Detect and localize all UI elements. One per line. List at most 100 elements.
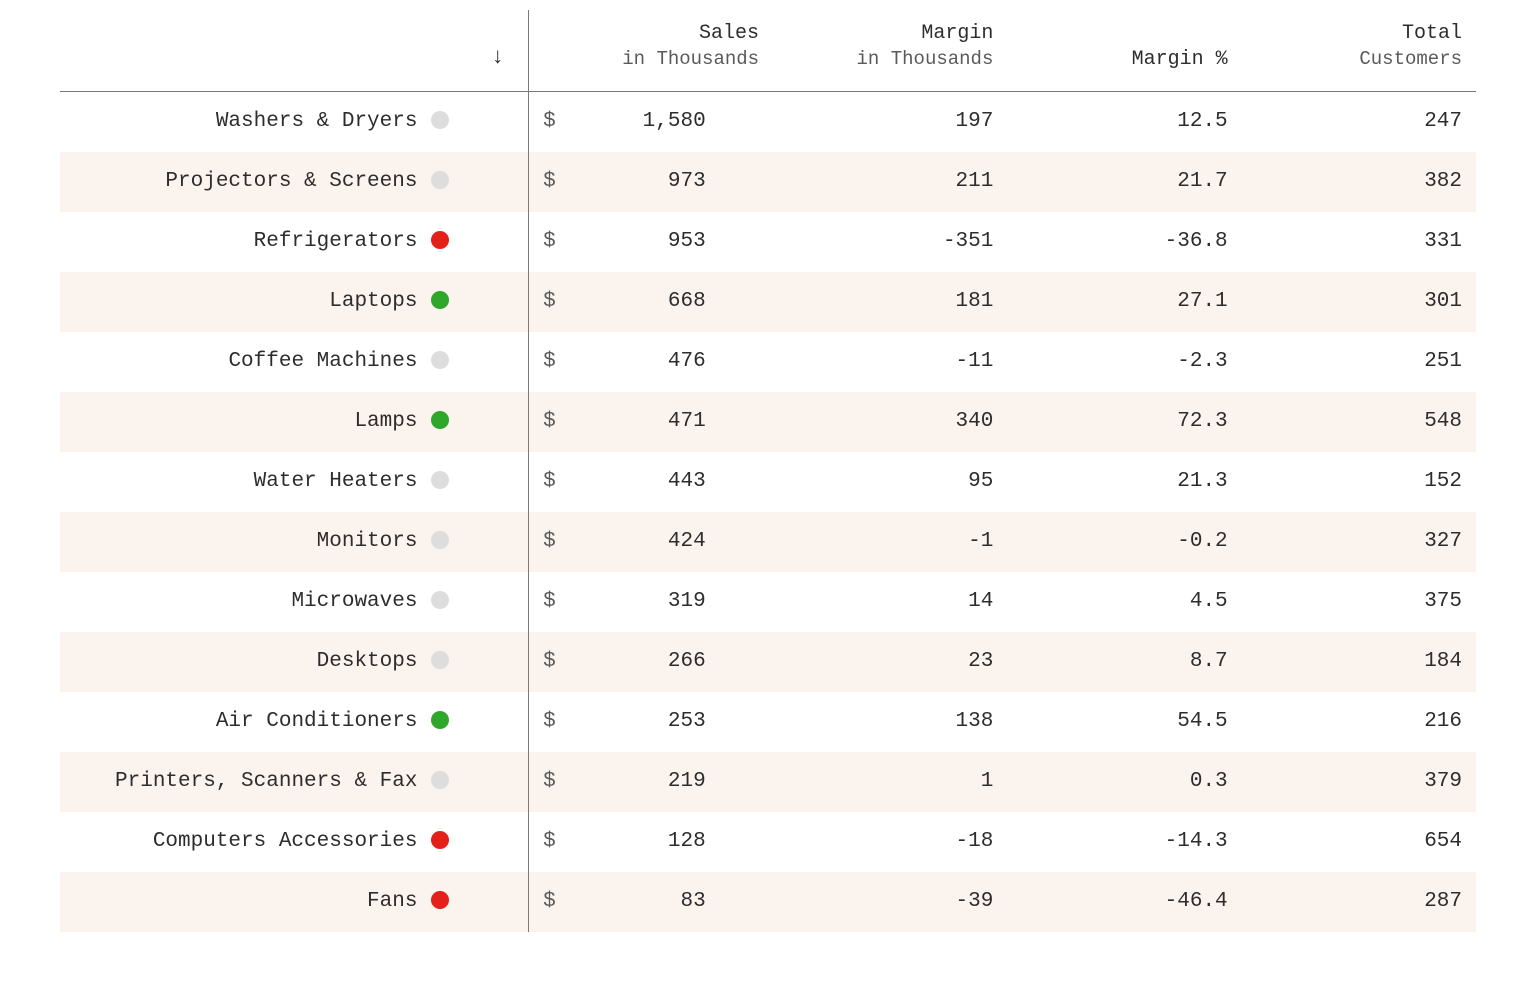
category-label-cell: Printers, Scanners & Fax <box>60 752 467 812</box>
margin-cell: -351 <box>773 212 1007 272</box>
table-row[interactable]: Monitors$424-1-0.2327 <box>60 512 1476 572</box>
status-dot-icon <box>431 531 449 549</box>
table-row[interactable]: Printers, Scanners & Fax$21910.3379 <box>60 752 1476 812</box>
customers-cell: 247 <box>1242 91 1476 152</box>
table-row[interactable]: Microwaves$319144.5375 <box>60 572 1476 632</box>
status-dot-icon <box>431 651 449 669</box>
category-label: Monitors <box>317 530 418 553</box>
customers-cell: 379 <box>1242 752 1476 812</box>
header-sort-indicator[interactable]: ↓ <box>467 10 528 91</box>
status-dot-icon <box>431 471 449 489</box>
currency-symbol: $ <box>543 590 556 613</box>
customers-cell: 152 <box>1242 452 1476 512</box>
margin-cell: 138 <box>773 692 1007 752</box>
currency-symbol: $ <box>543 110 556 133</box>
table-row[interactable]: Coffee Machines$476-11-2.3251 <box>60 332 1476 392</box>
customers-cell: 327 <box>1242 512 1476 572</box>
category-label: Water Heaters <box>254 470 418 493</box>
customers-cell: 287 <box>1242 872 1476 932</box>
header-total-customers[interactable]: Total Customers <box>1242 10 1476 91</box>
sales-cell: $424 <box>529 512 773 572</box>
sales-cell: $219 <box>529 752 773 812</box>
status-dot-icon <box>431 891 449 909</box>
margin-pct-cell: 4.5 <box>1007 572 1241 632</box>
margin-cell: 340 <box>773 392 1007 452</box>
divider-cell <box>467 572 528 632</box>
category-label-cell: Washers & Dryers <box>60 91 467 152</box>
margin-pct-cell: 72.3 <box>1007 392 1241 452</box>
customers-cell: 331 <box>1242 212 1476 272</box>
status-dot-icon <box>431 411 449 429</box>
currency-symbol: $ <box>543 770 556 793</box>
category-label: Washers & Dryers <box>216 110 418 133</box>
category-label: Air Conditioners <box>216 710 418 733</box>
table-row[interactable]: Washers & Dryers$1,58019712.5247 <box>60 91 1476 152</box>
table-row[interactable]: Desktops$266238.7184 <box>60 632 1476 692</box>
margin-pct-cell: -36.8 <box>1007 212 1241 272</box>
table-row[interactable]: Refrigerators$953-351-36.8331 <box>60 212 1476 272</box>
margin-cell: 23 <box>773 632 1007 692</box>
currency-symbol: $ <box>543 230 556 253</box>
table-row[interactable]: Fans$83-39-46.4287 <box>60 872 1476 932</box>
sales-cell: $253 <box>529 692 773 752</box>
category-label: Desktops <box>317 650 418 673</box>
category-label: Microwaves <box>291 590 417 613</box>
divider-cell <box>467 692 528 752</box>
status-dot-icon <box>431 171 449 189</box>
margin-cell: 95 <box>773 452 1007 512</box>
margin-cell: -39 <box>773 872 1007 932</box>
sales-cell: $973 <box>529 152 773 212</box>
margin-pct-cell: 21.3 <box>1007 452 1241 512</box>
category-label: Laptops <box>329 290 417 313</box>
margin-cell: -18 <box>773 812 1007 872</box>
currency-symbol: $ <box>543 530 556 553</box>
header-margin-pct[interactable]: Margin % <box>1007 10 1241 91</box>
category-label-cell: Desktops <box>60 632 467 692</box>
sales-value: 471 <box>556 410 706 433</box>
divider-cell <box>467 752 528 812</box>
margin-pct-cell: -0.2 <box>1007 512 1241 572</box>
table-row[interactable]: Lamps$47134072.3548 <box>60 392 1476 452</box>
currency-symbol: $ <box>543 470 556 493</box>
header-sales[interactable]: Sales in Thousands <box>529 10 773 91</box>
currency-symbol: $ <box>543 830 556 853</box>
category-label-cell: Projectors & Screens <box>60 152 467 212</box>
status-dot-icon <box>431 291 449 309</box>
status-dot-icon <box>431 591 449 609</box>
divider-cell <box>467 812 528 872</box>
customers-cell: 382 <box>1242 152 1476 212</box>
sales-value: 443 <box>556 470 706 493</box>
table-body: Washers & Dryers$1,58019712.5247Projecto… <box>60 91 1476 932</box>
sales-cell: $476 <box>529 332 773 392</box>
margin-pct-cell: 21.7 <box>1007 152 1241 212</box>
header-category[interactable] <box>60 10 467 91</box>
category-label: Coffee Machines <box>228 350 417 373</box>
table-row[interactable]: Computers Accessories$128-18-14.3654 <box>60 812 1476 872</box>
header-margin[interactable]: Margin in Thousands <box>773 10 1007 91</box>
sales-cell: $319 <box>529 572 773 632</box>
sales-cell: $1,580 <box>529 91 773 152</box>
category-label-cell: Computers Accessories <box>60 812 467 872</box>
sort-arrow-icon: ↓ <box>491 45 504 70</box>
margin-pct-cell: 54.5 <box>1007 692 1241 752</box>
customers-cell: 216 <box>1242 692 1476 752</box>
sales-cell: $953 <box>529 212 773 272</box>
status-dot-icon <box>431 231 449 249</box>
category-label-cell: Laptops <box>60 272 467 332</box>
currency-symbol: $ <box>543 170 556 193</box>
table-row[interactable]: Air Conditioners $25313854.5216 <box>60 692 1476 752</box>
sales-cell: $83 <box>529 872 773 932</box>
currency-symbol: $ <box>543 890 556 913</box>
status-dot-icon <box>431 111 449 129</box>
table-row[interactable]: Water Heaters$4439521.3152 <box>60 452 1476 512</box>
divider-cell <box>467 332 528 392</box>
table-row[interactable]: Projectors & Screens$97321121.7382 <box>60 152 1476 212</box>
sales-value: 253 <box>556 710 706 733</box>
table-row[interactable]: Laptops$66818127.1301 <box>60 272 1476 332</box>
sales-value: 668 <box>556 290 706 313</box>
status-dot-icon <box>431 351 449 369</box>
sales-cell: $443 <box>529 452 773 512</box>
divider-cell <box>467 392 528 452</box>
category-label-cell: Fans <box>60 872 467 932</box>
category-label: Printers, Scanners & Fax <box>115 770 417 793</box>
